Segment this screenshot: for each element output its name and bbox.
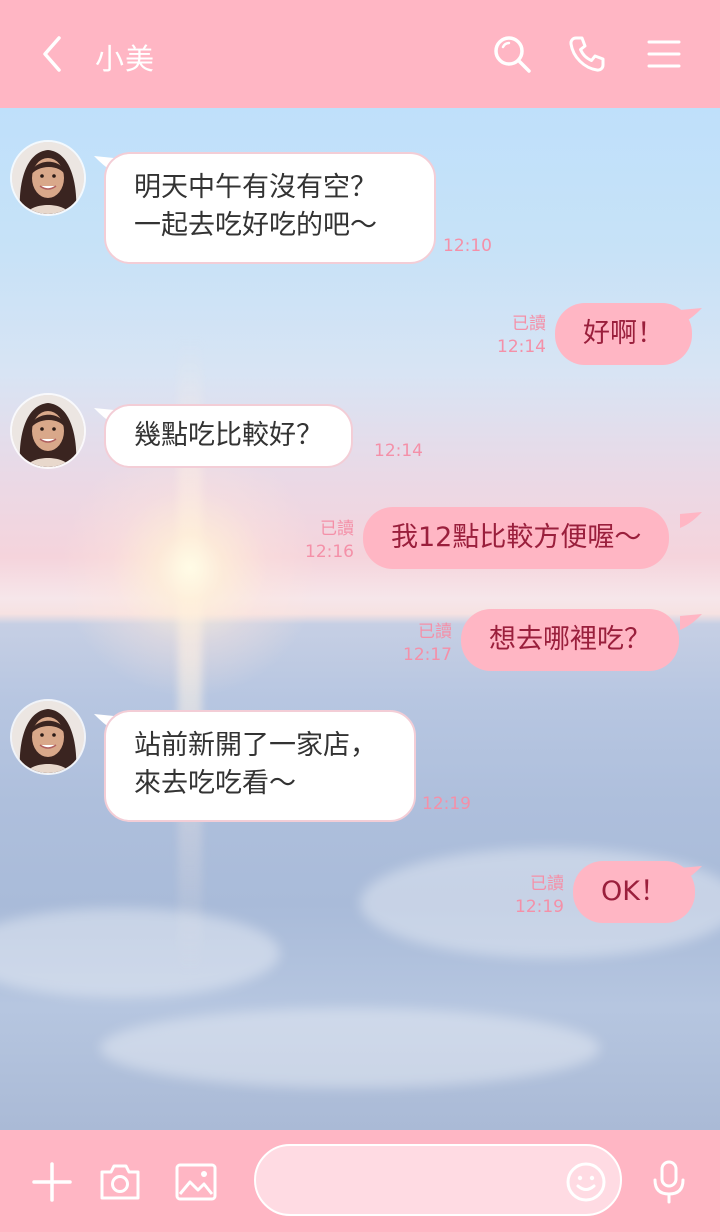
- read-receipt: 已讀: [512, 314, 546, 334]
- message-bubble-incoming[interactable]: 明天中午有沒有空？ 一起去吃好吃的吧～: [104, 152, 436, 264]
- message-text: 來去吃吃看～: [134, 768, 296, 799]
- camera-icon: [100, 1164, 140, 1200]
- background-foam: [0, 908, 280, 998]
- message-text: 想去哪裡吃？: [489, 624, 651, 655]
- message-time: 12:14: [374, 441, 423, 461]
- read-receipt: 已讀: [320, 519, 354, 539]
- search-button[interactable]: [488, 30, 536, 78]
- avatar[interactable]: [12, 701, 84, 773]
- message-time: 12:10: [443, 236, 492, 256]
- message-time: 12:16: [305, 542, 354, 562]
- message-text: 幾點吃比較好？: [134, 420, 323, 451]
- background-foam: [100, 1008, 600, 1088]
- avatar[interactable]: [12, 142, 84, 214]
- back-button[interactable]: [28, 30, 76, 78]
- message-time: 12:19: [422, 794, 471, 814]
- plus-icon: [32, 1162, 72, 1202]
- message-bubble-outgoing[interactable]: OK！: [573, 861, 695, 923]
- add-button[interactable]: [28, 1158, 76, 1206]
- microphone-icon: [653, 1160, 685, 1204]
- call-button[interactable]: [563, 30, 611, 78]
- message-text: 明天中午有沒有空？: [134, 172, 377, 203]
- read-receipt: 已讀: [418, 622, 452, 642]
- message-text: 好啊！: [583, 318, 664, 349]
- background-sun-glow: [60, 438, 320, 698]
- avatar-face-icon: [12, 395, 84, 467]
- message-bubble-outgoing[interactable]: 我12點比較方便喔～: [363, 507, 670, 569]
- chevron-left-icon: [43, 36, 61, 72]
- smiley-icon: [566, 1162, 606, 1202]
- message-text: 我12點比較方便喔～: [391, 522, 642, 553]
- avatar-face-icon: [12, 142, 84, 214]
- message-text: OK！: [601, 876, 667, 907]
- message-text: 一起去吃好吃的吧～: [134, 210, 377, 241]
- phone-icon: [569, 36, 605, 72]
- input-bar: [0, 1130, 720, 1232]
- bubble-tail: [680, 308, 702, 324]
- message-time: 12:17: [403, 645, 452, 665]
- chat-area[interactable]: 明天中午有沒有空？ 一起去吃好吃的吧～ 12:10 已讀 12:14 好啊！ 幾…: [0, 108, 720, 1130]
- image-button[interactable]: [172, 1158, 220, 1206]
- camera-button[interactable]: [96, 1158, 144, 1206]
- message-bubble-incoming[interactable]: 站前新開了一家店， 來去吃吃看～: [104, 710, 416, 822]
- bubble-tail: [680, 512, 702, 528]
- avatar-face-icon: [12, 701, 84, 773]
- chat-title: 小美: [95, 42, 156, 76]
- message-text: 站前新開了一家店，: [134, 730, 377, 761]
- message-time: 12:14: [497, 337, 546, 357]
- chat-header: 小美: [0, 0, 720, 108]
- menu-button[interactable]: [640, 30, 688, 78]
- bubble-tail: [680, 614, 702, 630]
- read-receipt: 已讀: [530, 874, 564, 894]
- bubble-tail: [680, 866, 702, 882]
- avatar[interactable]: [12, 395, 84, 467]
- message-bubble-outgoing[interactable]: 想去哪裡吃？: [461, 609, 679, 671]
- search-icon: [494, 36, 531, 73]
- hamburger-menu-icon: [647, 40, 681, 68]
- message-bubble-incoming[interactable]: 幾點吃比較好？: [104, 404, 353, 468]
- microphone-button[interactable]: [645, 1158, 693, 1206]
- image-icon: [175, 1163, 217, 1201]
- emoji-button[interactable]: [562, 1158, 610, 1206]
- message-time: 12:19: [515, 897, 564, 917]
- message-bubble-outgoing[interactable]: 好啊！: [555, 303, 692, 365]
